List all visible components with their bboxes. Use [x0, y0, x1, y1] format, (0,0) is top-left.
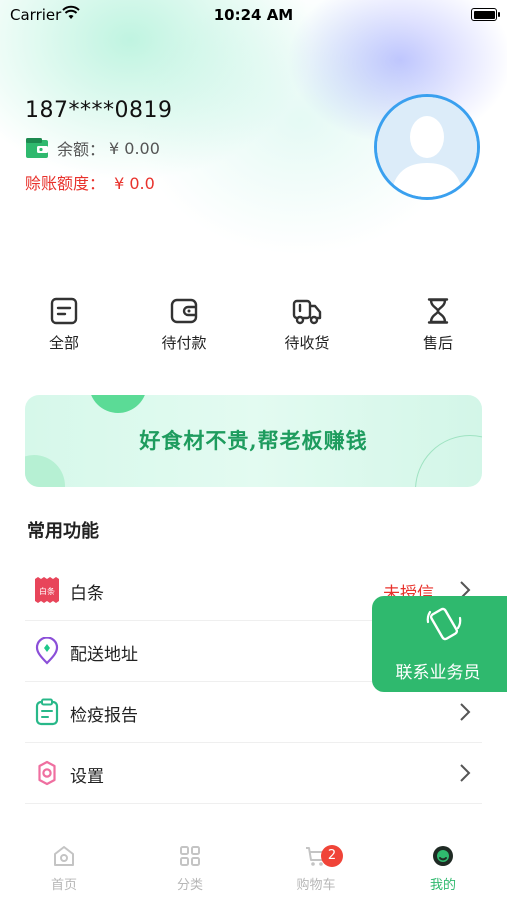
all-orders-icon [50, 297, 78, 325]
tab-cart-label: 购物车 [296, 878, 336, 893]
profile-tab-icon [433, 846, 453, 866]
order-aftersale-button[interactable]: 售后 [393, 296, 483, 353]
tab-mine-label: 我的 [429, 878, 456, 893]
order-all-label: 全部 [48, 334, 79, 352]
user-phone: 187****0819 [25, 98, 173, 123]
bottom-tab-bar: 首页 分类 购物车 我的 [0, 832, 507, 900]
banner-decor-circle [25, 455, 65, 487]
banner-slogan: 好食材不贵,帮老板赚钱 [139, 428, 368, 453]
contact-salesperson-label: 联系业务员 [395, 663, 481, 683]
order-shortcuts: 全部 待付款 待收货 售后 [0, 296, 507, 366]
chevron-right-icon [460, 703, 471, 721]
credit-label: 赊账额度： [25, 174, 106, 193]
menu-item-settings[interactable]: 设置 [25, 743, 482, 804]
credit-value: ¥ 0.0 [114, 174, 155, 193]
order-shipping-label: 待收货 [284, 334, 330, 352]
tab-mine[interactable]: 我的 [393, 844, 493, 893]
tab-cart[interactable]: 购物车 [266, 844, 366, 893]
tab-category-label: 分类 [176, 878, 203, 893]
baitiao-icon: 白条 [35, 577, 59, 603]
status-time: 10:24 AM [213, 6, 294, 24]
order-all-button[interactable]: 全部 [19, 296, 109, 353]
tab-home[interactable]: 首页 [14, 844, 114, 893]
menu-label-baitiao: 白条 [70, 584, 104, 604]
balance-label: 余额： [57, 140, 106, 159]
promo-banner[interactable]: 好食材不贵,帮老板赚钱 [25, 395, 482, 487]
section-title: 常用功能 [27, 521, 99, 542]
tab-category[interactable]: 分类 [140, 844, 240, 893]
status-bar: Carrier 10:24 AM [0, 0, 507, 30]
tab-home-label: 首页 [50, 878, 77, 893]
balance-row[interactable]: 余额： ¥ 0.00 [25, 136, 160, 160]
chevron-right-icon [460, 764, 471, 782]
menu-label-address: 配送地址 [70, 645, 138, 665]
menu-label-settings: 设置 [70, 767, 104, 787]
order-shipping-button[interactable]: 待收货 [262, 296, 352, 353]
grid-icon [180, 846, 200, 866]
order-aftersale-label: 售后 [422, 334, 453, 352]
avatar[interactable] [374, 94, 480, 200]
wallet-icon [26, 138, 48, 158]
battery-icon [471, 8, 500, 21]
order-unpaid-label: 待付款 [161, 334, 207, 352]
location-pin-icon [35, 637, 59, 665]
phone-vibrate-icon [426, 607, 462, 641]
truck-icon [292, 299, 322, 325]
baitiao-icon-text: 白条 [39, 586, 55, 596]
order-unpaid-button[interactable]: 待付款 [139, 296, 229, 353]
hourglass-icon [427, 298, 449, 324]
user-silhouette-icon [377, 97, 477, 197]
clipboard-icon [35, 698, 59, 726]
banner-decor-circle [89, 395, 147, 413]
home-icon [54, 846, 74, 866]
wallet-icon [170, 298, 198, 324]
credit-row: 赊账额度： ¥ 0.0 [25, 170, 155, 194]
contact-salesperson-button[interactable]: 联系业务员 [372, 596, 507, 692]
profile-header: 187****0819 余额： ¥ 0.00 赊账额度： ¥ 0.0 [0, 90, 507, 220]
cart-count-badge: 2 [321, 845, 343, 867]
menu-label-quarantine-report: 检疫报告 [70, 706, 138, 726]
gear-icon [38, 760, 56, 786]
balance-value: ¥ 0.00 [109, 138, 160, 158]
